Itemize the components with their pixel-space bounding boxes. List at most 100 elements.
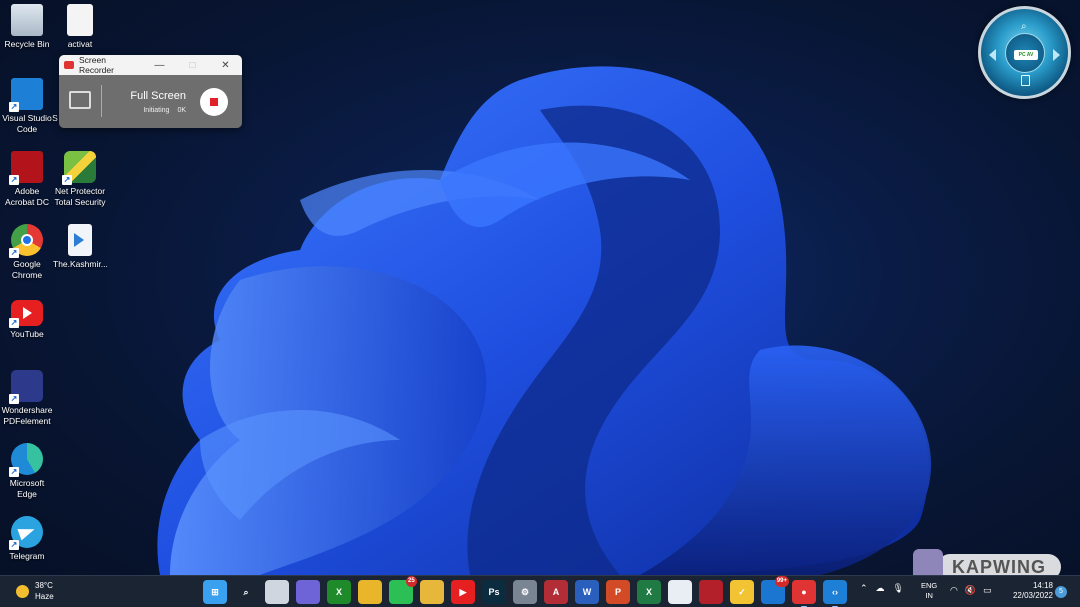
sun-icon <box>16 584 29 598</box>
desktop-icon-label: Recycle Bin <box>4 39 50 49</box>
chevron-up-icon[interactable]: ⌃ <box>860 583 868 594</box>
app-glyph: A <box>552 587 560 597</box>
mail-icon[interactable]: 99+ <box>761 576 789 604</box>
shortcut-arrow-icon: ↗ <box>9 102 19 112</box>
clock[interactable]: 14:18 22/03/2022 <box>1003 581 1053 601</box>
desktop-icon-google-chrome[interactable]: ↗ Google Chrome <box>0 224 54 281</box>
search-icon[interactable]: ⌕ <box>234 580 258 604</box>
pdfelement-icon: ↗ <box>9 370 43 404</box>
app-badge: 99+ <box>774 576 789 587</box>
system-tray: ⌃ ☁ 🎙 <box>860 583 904 594</box>
desktop-icon-label: Microsoft Edge <box>9 478 45 499</box>
vscode-icon: ↗ <box>9 78 43 112</box>
windows-start-icon[interactable]: ⊞ <box>203 580 227 604</box>
app-glyph: ‹› <box>832 587 838 597</box>
arrow-left-icon[interactable] <box>989 49 996 61</box>
desktop-icon-net-protector[interactable]: ↗ Net Protector Total Security <box>53 151 107 208</box>
net-protector-icon: ↗ <box>62 151 96 185</box>
desktop-icon-telegram[interactable]: ↗ Telegram <box>0 516 54 562</box>
maximize-button[interactable]: □ <box>176 60 209 71</box>
norton-icon[interactable]: ✓ <box>730 580 754 604</box>
file-explorer-icon[interactable] <box>420 580 444 604</box>
fullscreen-monitor-icon[interactable] <box>69 91 91 109</box>
onedrive-icon[interactable]: ☁ <box>876 583 885 594</box>
shortcut-arrow-icon: ↗ <box>9 540 19 550</box>
trash-icon[interactable] <box>1021 75 1030 86</box>
desktop-icon-microsoft-edge[interactable]: ↗ Microsoft Edge <box>0 443 54 500</box>
desktop-icon-activat[interactable]: activat <box>53 4 107 50</box>
desktop-icon-label: The.Kashmir... <box>53 259 108 269</box>
document-file-icon <box>67 4 93 36</box>
desktop-icon-recycle-bin[interactable]: Recycle Bin <box>0 4 54 50</box>
desktop-icon-visual-studio-code[interactable]: ↗ Visual Studio Code <box>0 78 54 135</box>
photoshop-icon[interactable]: Ps <box>482 580 506 604</box>
desktop-icon-label: Wondershare PDFelement <box>1 405 53 426</box>
app-glyph: ⚙ <box>520 586 530 597</box>
app-glyph: ⌕ <box>243 586 249 597</box>
excel-icon[interactable]: X <box>637 580 661 604</box>
close-button[interactable]: ✕ <box>209 60 242 71</box>
desktop-icon-label: Visual Studio Code <box>2 113 52 134</box>
red-app-icon[interactable] <box>699 580 723 604</box>
app-badge: 25 <box>406 576 417 587</box>
weather-temperature: 38°C <box>35 581 53 590</box>
region: IN <box>925 591 933 600</box>
taskbar-apps: ⊞ ⌕ X 25 ▶ Ps ⚙ A W P X ✓ 99+ ● ‹› <box>203 576 847 607</box>
desktop-icon-label: Adobe Acrobat DC <box>5 186 49 207</box>
access-icon[interactable]: A <box>544 580 568 604</box>
language-indicator[interactable]: ENG IN <box>921 581 937 601</box>
vscode-icon[interactable]: ‹› <box>823 580 847 607</box>
wifi-icon: ◠ <box>950 585 958 595</box>
settings-icon[interactable]: ⚙ <box>513 580 537 604</box>
powerpoint-icon[interactable]: P <box>606 580 630 604</box>
weather-widget[interactable]: 38°C Haze <box>16 580 54 602</box>
desktop-icon-adobe-acrobat[interactable]: ↗ Adobe Acrobat DC <box>0 151 54 208</box>
language: ENG <box>921 581 938 590</box>
taskbar: 38°C Haze ⊞ ⌕ X 25 ▶ Ps ⚙ A W P X ✓ 99+ ● ‹› ⌃ ☁ 🎙 ENG… <box>0 575 1080 607</box>
microphone-icon[interactable]: 🎙 <box>893 583 904 594</box>
shortcut-arrow-icon: ↗ <box>9 248 19 258</box>
xbox-icon[interactable]: X <box>327 580 351 604</box>
minimize-button[interactable]: — <box>143 60 176 71</box>
task-view-icon[interactable] <box>265 580 289 604</box>
word-icon[interactable]: W <box>575 580 599 604</box>
desktop-icon-label: Net Protector Total Security <box>54 186 106 207</box>
recording-status: Initiating 0K <box>143 107 186 114</box>
desktop-icon-the-kashmir[interactable]: The.Kashmir... <box>53 224 108 270</box>
quick-settings[interactable]: ◠ 🔇 ▭ <box>950 585 992 596</box>
whatsapp-icon[interactable]: 25 <box>389 576 417 604</box>
notification-badge[interactable]: 5 <box>1055 586 1067 598</box>
recorder-title: Screen Recorder <box>79 55 114 75</box>
arrow-right-icon[interactable] <box>1053 49 1060 61</box>
youtube-icon[interactable]: ▶ <box>451 580 475 604</box>
desktop-icon-youtube[interactable]: ↗ YouTube <box>0 300 54 340</box>
store-icon[interactable] <box>668 580 692 604</box>
desktop-icon-label: Google Chrome <box>11 259 43 280</box>
app-glyph: X <box>335 587 342 597</box>
stop-recording-button[interactable] <box>200 88 228 116</box>
app-glyph: X <box>645 587 652 597</box>
date: 22/03/2022 <box>1012 591 1053 600</box>
security-gadget[interactable]: ⌕ PC AV <box>978 6 1071 99</box>
app-glyph: P <box>614 587 621 597</box>
video-file-icon <box>68 224 92 256</box>
desktop-icon-label: YouTube <box>10 329 44 339</box>
desktop-icon-wondershare-pdfelement[interactable]: ↗ Wondershare PDFelement <box>0 370 54 427</box>
adobe-acrobat-icon: ↗ <box>9 151 43 185</box>
search-icon[interactable]: ⌕ <box>1021 21 1027 32</box>
recorder-body: Full Screen Initiating 0K <box>59 75 242 128</box>
chrome-icon[interactable] <box>358 580 382 604</box>
youtube-icon: ↗ <box>9 300 43 328</box>
shortcut-arrow-icon: ↗ <box>9 467 19 477</box>
app-glyph: Ps <box>488 587 500 597</box>
recorder-title-bar[interactable]: Screen Recorder — □ ✕ <box>59 55 242 75</box>
telegram-icon: ↗ <box>9 516 43 550</box>
battery-icon: PC AV <box>1014 50 1038 60</box>
app-glyph: ⊞ <box>211 586 219 597</box>
app-glyph: ✓ <box>738 586 746 597</box>
screen-recorder-icon[interactable]: ● <box>792 580 816 607</box>
desktop-icon-label: Telegram <box>9 551 45 561</box>
time: 14:18 <box>1032 581 1053 590</box>
teams-chat-icon[interactable] <box>296 580 320 604</box>
shortcut-arrow-icon: ↗ <box>9 394 19 404</box>
